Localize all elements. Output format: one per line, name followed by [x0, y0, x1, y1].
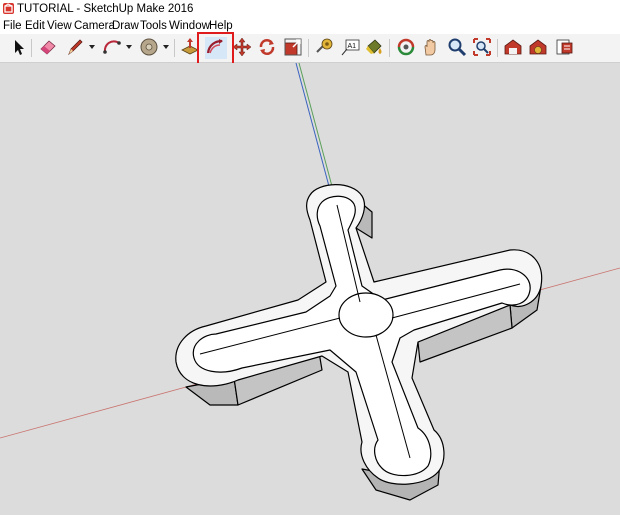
toolbar-separator	[389, 39, 390, 57]
tape-measure-icon[interactable]	[314, 37, 334, 57]
chevron-down-icon[interactable]	[125, 43, 133, 51]
pan-hand-icon[interactable]	[421, 37, 441, 57]
extension-warehouse-icon[interactable]	[528, 37, 548, 57]
menu-help[interactable]: Help	[209, 19, 233, 33]
layout-icon[interactable]	[554, 37, 574, 57]
menu-draw[interactable]: Draw	[112, 19, 139, 33]
move-icon[interactable]	[232, 37, 252, 57]
title-bar: TUTORIAL - SketchUp Make 2016	[0, 0, 620, 18]
blue-axis	[295, 63, 335, 206]
zoom-icon[interactable]	[447, 37, 467, 57]
menu-tools[interactable]: Tools	[140, 19, 167, 33]
eraser-icon[interactable]	[38, 37, 58, 57]
menu-bar: File Edit View Camera Draw Tools Window …	[0, 18, 620, 34]
window-title: TUTORIAL - SketchUp Make 2016	[17, 3, 194, 15]
menu-file[interactable]: File	[3, 19, 22, 33]
cross-shaped-part[interactable]	[175, 184, 543, 501]
chevron-down-icon[interactable]	[162, 43, 170, 51]
select-arrow-icon[interactable]	[9, 37, 29, 57]
menu-view[interactable]: View	[47, 19, 72, 33]
pencil-line-icon[interactable]	[65, 37, 85, 57]
orbit-icon[interactable]	[396, 37, 416, 57]
rotate-icon[interactable]	[257, 37, 277, 57]
circle-icon[interactable]	[139, 37, 159, 57]
green-axis	[298, 63, 338, 206]
warehouse-icon[interactable]	[503, 37, 523, 57]
toolbar-separator	[31, 39, 32, 57]
svg-text:A1: A1	[348, 43, 357, 50]
sketchup-logo-icon	[3, 3, 14, 14]
toolbar-separator	[497, 39, 498, 57]
menu-edit[interactable]: Edit	[25, 19, 45, 33]
toolbar-separator	[174, 39, 175, 57]
chevron-down-icon[interactable]	[88, 43, 96, 51]
menu-camera[interactable]: Camera	[74, 19, 115, 33]
large-tool-set-toolbar: A1	[0, 34, 620, 63]
menu-window[interactable]: Window	[169, 19, 210, 33]
text-icon[interactable]: A1	[340, 37, 360, 57]
modeling-viewport[interactable]	[0, 63, 620, 515]
arc-icon[interactable]	[102, 37, 122, 57]
zoom-extents-icon[interactable]	[472, 37, 492, 57]
scale-icon[interactable]	[283, 37, 303, 57]
paint-bucket-icon[interactable]	[364, 37, 384, 57]
toolbar-separator	[308, 39, 309, 57]
model-drawing	[0, 63, 620, 501]
